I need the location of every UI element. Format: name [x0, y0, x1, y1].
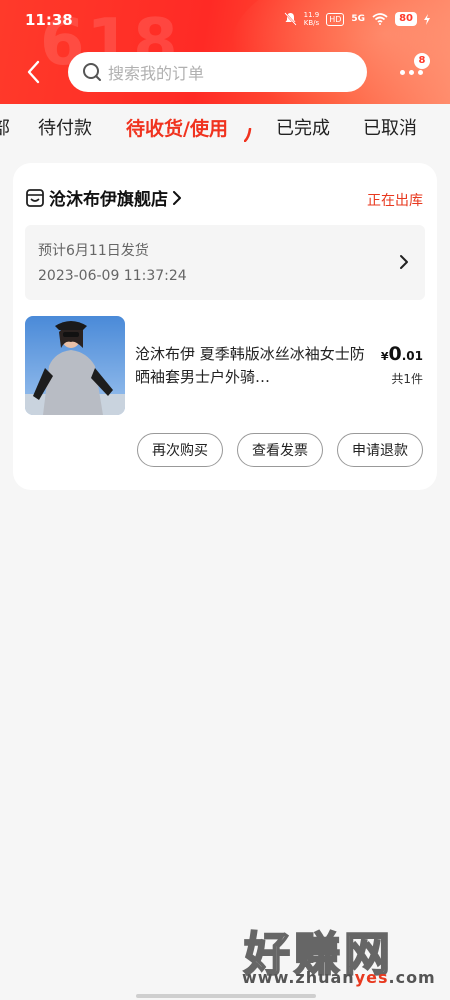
search-input[interactable]: 搜索我的订单 [68, 52, 367, 92]
net-speed-unit: KB/s [303, 19, 320, 27]
charging-icon [424, 13, 430, 25]
home-indicator[interactable] [136, 994, 316, 998]
rebuy-button[interactable]: 再次购买 [137, 433, 223, 467]
price-currency: ¥ [380, 350, 389, 363]
request-refund-button[interactable]: 申请退款 [337, 433, 423, 467]
shop-link[interactable]: 沧沐布伊旗舰店 [25, 185, 182, 210]
search-placeholder: 搜索我的订单 [108, 64, 205, 83]
product-image[interactable] [25, 316, 125, 415]
order-status-tabs: 部 待付款 待收货/使用 已完成 已取消 [0, 104, 450, 150]
back-button[interactable] [20, 56, 46, 88]
chevron-left-icon [27, 60, 40, 84]
bell-muted-icon [283, 12, 297, 26]
order-status-label: 正在出库 [367, 193, 423, 209]
product-price: ¥0.01 [381, 343, 423, 365]
shipping-info[interactable]: 预计6月11日发货 2023-06-09 11:37:24 [25, 225, 425, 300]
watermark-logo: 好赚网 www.zhuanyes.com [240, 918, 435, 988]
tab-cancelled[interactable]: 已取消 [363, 114, 417, 140]
net-speed: 11.9 KB/s [304, 11, 320, 27]
watermark-url: www.zhuanyes.com [242, 968, 436, 987]
shop-name: 沧沐布伊旗舰店 [49, 190, 168, 210]
store-icon [26, 188, 44, 207]
chevron-right-icon [173, 190, 181, 205]
net-speed-value: 11.9 [303, 11, 320, 19]
shipping-estimate: 预计6月11日发货 [38, 243, 149, 259]
tab-all[interactable]: 部 [0, 114, 10, 140]
more-dots-icon [400, 70, 423, 75]
chevron-right-icon [400, 255, 408, 269]
product-photo [25, 316, 125, 415]
watermark-url-suffix: .com [388, 968, 436, 987]
status-icons: 11.9 KB/s HD 5G 80 [283, 11, 430, 27]
status-time: 11:38 [25, 11, 73, 29]
watermark-url-highlight: yes [354, 968, 389, 987]
tab-completed[interactable]: 已完成 [276, 114, 330, 140]
price-decimal: .01 [401, 349, 423, 363]
tab-pending-payment[interactable]: 待付款 [38, 114, 92, 140]
battery-icon: 80 [395, 12, 417, 26]
order-time: 2023-06-09 11:37:24 [38, 268, 187, 284]
view-invoice-button[interactable]: 查看发票 [237, 433, 323, 467]
product-quantity: 共1件 [391, 372, 423, 386]
more-menu-button[interactable]: 8 [398, 53, 430, 86]
header: 618 11:38 11.9 KB/s HD 5G 80 搜索我的订单 8 [0, 0, 450, 104]
search-icon [83, 63, 101, 81]
price-integer: 0 [388, 343, 402, 365]
product-title[interactable]: 沧沐布伊 夏季韩版冰丝冰袖女士防晒袖套男士户外骑… [135, 343, 365, 389]
message-count-badge: 8 [414, 53, 430, 69]
status-bar: 11:38 11.9 KB/s HD 5G 80 [0, 0, 450, 40]
active-tab-indicator [244, 128, 252, 142]
wifi-icon [372, 13, 388, 25]
signal-5g-icon: 5G [351, 14, 366, 24]
tab-pending-receipt[interactable]: 待收货/使用 [126, 114, 228, 141]
order-card[interactable]: 沧沐布伊旗舰店 正在出库 预计6月11日发货 2023-06-09 11:37:… [13, 163, 437, 490]
watermark-url-prefix: www.zhuan [242, 968, 355, 987]
hd-icon: HD [326, 12, 345, 26]
